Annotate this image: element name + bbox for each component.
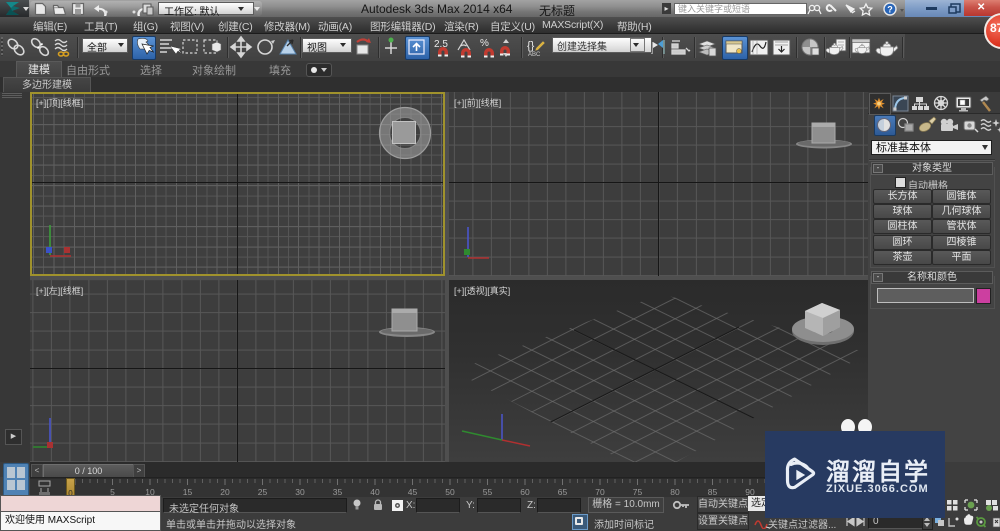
svg-text:30: 30 (295, 487, 305, 497)
svg-text:25: 25 (258, 487, 268, 497)
svg-text:15: 15 (183, 487, 193, 497)
svg-text:55: 55 (483, 487, 493, 497)
svg-text:{}: {} (527, 40, 535, 52)
svg-text:50: 50 (445, 487, 455, 497)
svg-text:80: 80 (670, 487, 680, 497)
svg-text:20: 20 (220, 487, 230, 497)
svg-text:45: 45 (408, 487, 418, 497)
svg-text:65: 65 (558, 487, 568, 497)
svg-text:60: 60 (520, 487, 530, 497)
svg-text:35: 35 (333, 487, 343, 497)
svg-text:?: ? (887, 5, 893, 15)
svg-text:70: 70 (595, 487, 605, 497)
svg-text:%: % (480, 38, 489, 49)
svg-text:40: 40 (370, 487, 380, 497)
svg-text:75: 75 (633, 487, 643, 497)
svg-text:ABC: ABC (528, 52, 541, 58)
